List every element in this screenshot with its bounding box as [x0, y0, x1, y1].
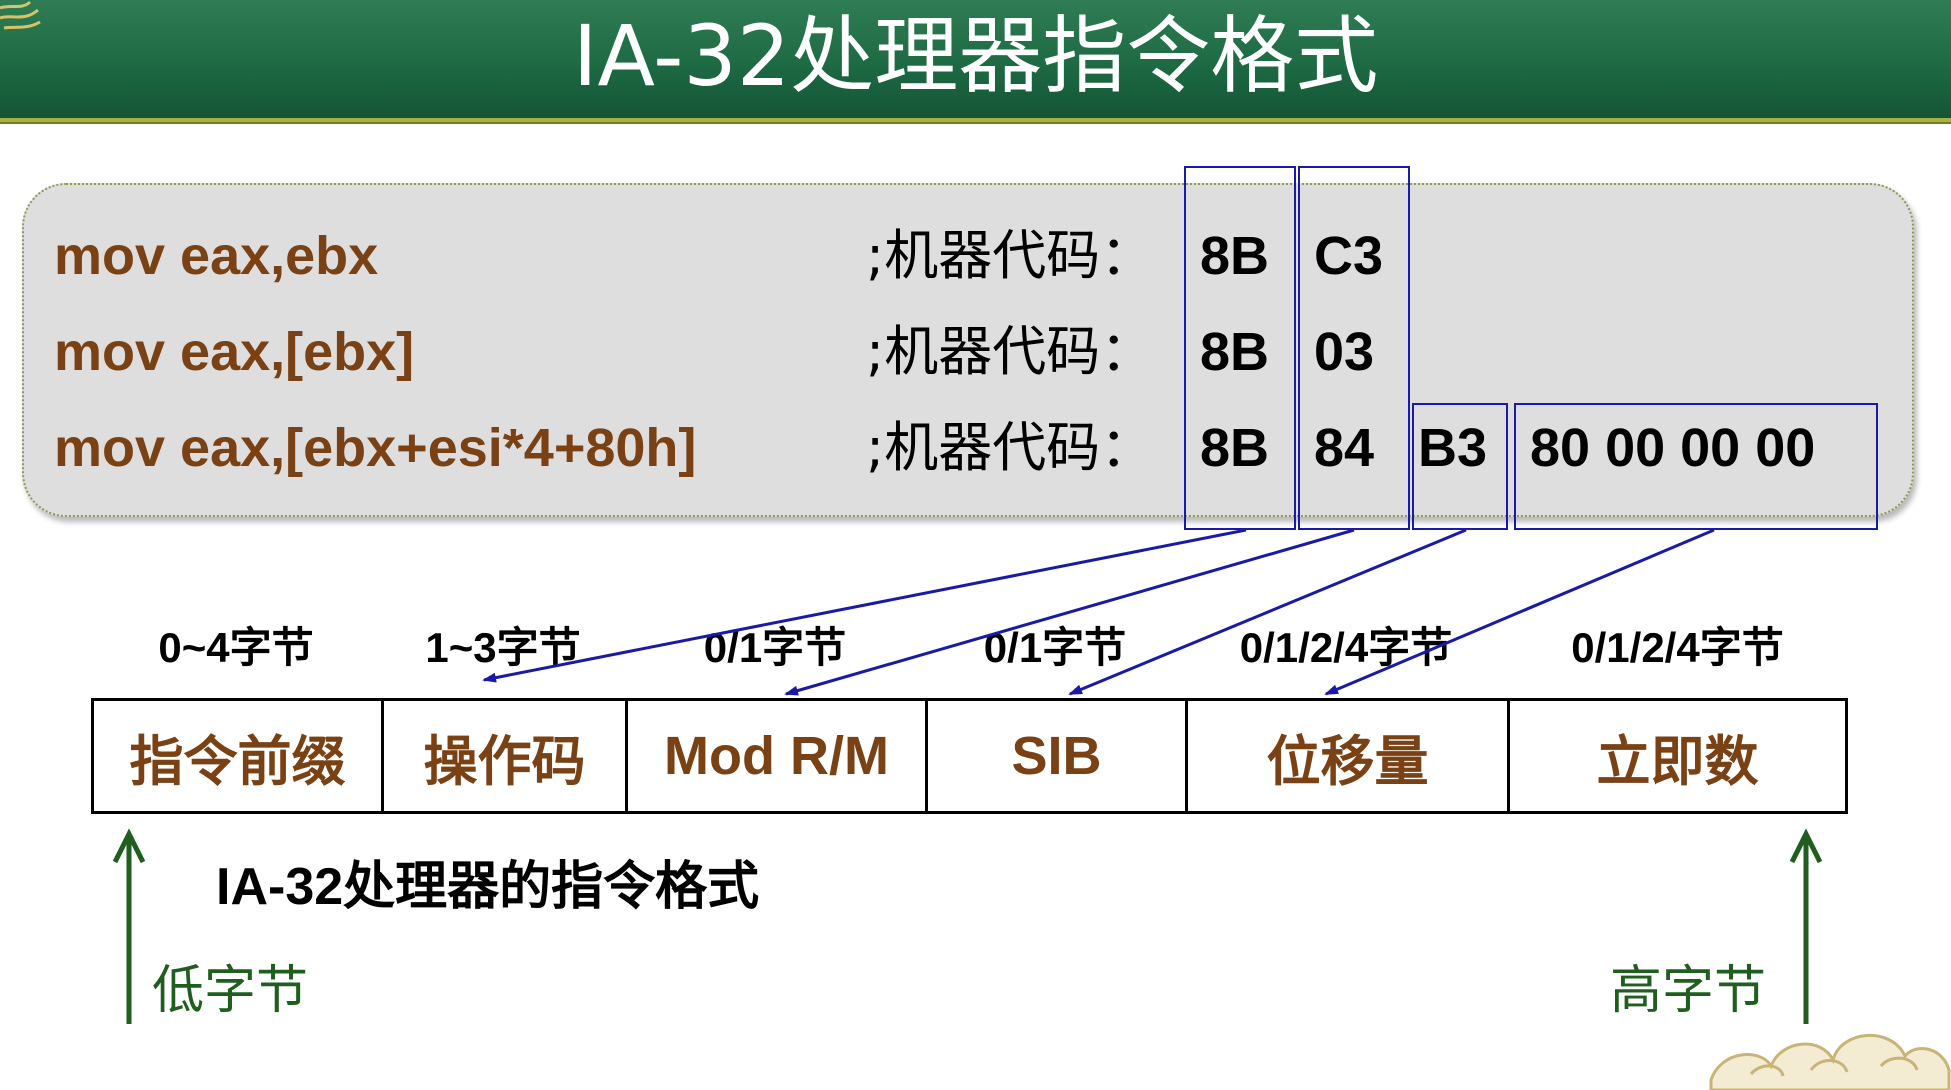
low-byte-label: 低字节: [152, 961, 309, 1021]
diagram-caption: IA-32处理器的指令格式: [216, 858, 760, 916]
low-byte-arrow-icon: [112, 828, 146, 1024]
opcode-mapping-arrow: [482, 528, 1247, 683]
displacement-mapping-arrow: [1324, 528, 1715, 696]
arrow-layer: [112, 528, 1823, 1024]
cloud-ornament-icon: [1709, 1033, 1951, 1090]
